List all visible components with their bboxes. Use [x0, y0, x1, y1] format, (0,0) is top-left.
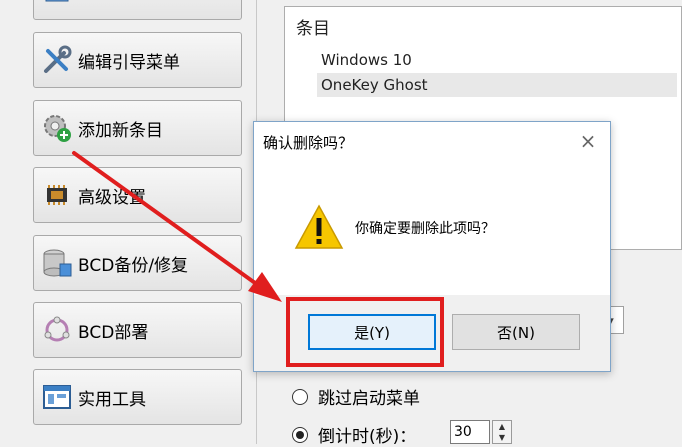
skip-menu-label: 跳过启动菜单	[318, 389, 420, 409]
radio-button-selected[interactable]	[292, 426, 308, 443]
database-icon	[38, 244, 76, 282]
sidebar-item-label: 实用工具	[78, 389, 146, 410]
countdown-label: 倒计时(秒)：	[318, 427, 417, 447]
dialog-message: 你确定要删除此项吗？	[355, 221, 495, 237]
close-icon[interactable]: ×	[578, 131, 598, 151]
countdown-option[interactable]: 倒计时(秒)：	[292, 422, 416, 447]
dialog-title: 确认删除吗？	[263, 134, 354, 152]
sidebar-item-bcd-deploy[interactable]: BCD部署	[33, 302, 242, 358]
confirm-delete-dialog: 确认删除吗？ × 你确定要删除此项吗？ 是(Y) 否(N)	[253, 121, 611, 372]
window-icon	[38, 0, 76, 11]
sidebar-item-utilities[interactable]: 实用工具	[33, 369, 242, 425]
sidebar-item-top[interactable]	[33, 0, 242, 20]
no-button[interactable]: 否(N)	[452, 314, 580, 350]
entries-header: 条目	[296, 19, 330, 39]
chip-icon	[38, 176, 76, 214]
list-item-selected[interactable]: OneKey Ghost	[317, 73, 677, 97]
sidebar: 编辑引导菜单 添加新条目 高级设置 BCD备份/修复 BCD部署 实用工具	[0, 0, 262, 444]
tools-icon	[38, 41, 76, 79]
spinner-arrows-icon[interactable]: ▲ ▼	[492, 420, 512, 444]
sidebar-item-bcd-backup[interactable]: BCD备份/修复	[33, 235, 242, 291]
sidebar-item-label: 编辑引导菜单	[78, 52, 180, 73]
sidebar-item-advanced-settings[interactable]: 高级设置	[33, 167, 242, 223]
sidebar-item-label: 高级设置	[78, 187, 146, 208]
deploy-icon	[38, 311, 76, 349]
countdown-input[interactable]: 30	[450, 420, 490, 444]
radio-button[interactable]	[292, 388, 308, 405]
utility-icon	[38, 378, 76, 416]
yes-button[interactable]: 是(Y)	[308, 314, 436, 350]
sidebar-item-edit-boot-menu[interactable]: 编辑引导菜单	[33, 32, 242, 88]
sidebar-item-label: BCD部署	[78, 322, 149, 343]
skip-menu-option[interactable]: 跳过启动菜单	[292, 384, 420, 409]
sidebar-item-label: BCD备份/修复	[78, 255, 189, 276]
warning-icon	[294, 204, 344, 250]
sidebar-item-label: 添加新条目	[78, 120, 163, 141]
sidebar-item-add-entry[interactable]: 添加新条目	[33, 100, 242, 156]
add-entry-icon	[38, 109, 76, 147]
list-item[interactable]: Windows 10	[317, 48, 677, 72]
